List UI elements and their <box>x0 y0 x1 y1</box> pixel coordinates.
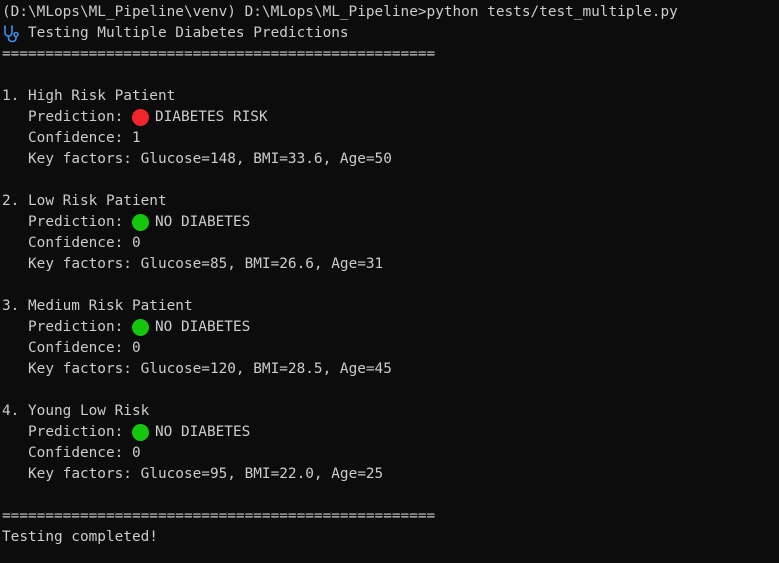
prediction-value: NO DIABETES <box>154 424 251 440</box>
completion-message: Testing completed! <box>2 529 158 545</box>
patient-title: 2. Low Risk Patient <box>2 193 167 209</box>
green-circle-icon <box>131 424 149 441</box>
prediction-line: Prediction: NO DIABETES <box>2 212 779 233</box>
key-factors-line: Key factors: Glucose=85, BMI=26.6, Age=3… <box>28 256 384 272</box>
key-factors-line: Key factors: Glucose=120, BMI=28.5, Age=… <box>28 361 392 377</box>
separator-bottom: ========================================… <box>2 508 436 524</box>
prediction-label: Prediction: <box>28 424 124 440</box>
key-factors-line: Key factors: Glucose=148, BMI=33.6, Age=… <box>28 151 392 167</box>
patient-block: 1. High Risk Patient Prediction: DIABETE… <box>2 86 779 170</box>
prediction-value: NO DIABETES <box>154 214 251 230</box>
patient-title: 1. High Risk Patient <box>2 88 176 104</box>
key-factors-line: Key factors: Glucose=95, BMI=22.0, Age=2… <box>28 466 384 482</box>
patient-title: 4. Young Low Risk <box>2 403 150 419</box>
prediction-label: Prediction: <box>28 214 124 230</box>
terminal-window[interactable]: (D:\MLops\ML_Pipeline\venv) D:\MLops\ML_… <box>0 0 779 563</box>
prediction-label: Prediction: <box>28 319 124 335</box>
command-line: (D:\MLops\ML_Pipeline\venv) D:\MLops\ML_… <box>2 4 678 20</box>
prediction-line: Prediction: NO DIABETES <box>2 422 779 443</box>
header-title: Testing Multiple Diabetes Predictions <box>28 25 349 41</box>
prediction-label: Prediction: <box>28 109 124 125</box>
prediction-value: NO DIABETES <box>154 319 251 335</box>
patient-block: 3. Medium Risk Patient Prediction: NO DI… <box>2 296 779 380</box>
confidence-line: Confidence: 1 <box>28 130 141 146</box>
prediction-line: Prediction: DIABETES RISK <box>2 107 779 128</box>
patient-block: 2. Low Risk Patient Prediction: NO DIABE… <box>2 191 779 275</box>
confidence-line: Confidence: 0 <box>28 235 141 251</box>
stethoscope-icon <box>4 25 19 42</box>
separator-top: ========================================… <box>2 46 436 62</box>
confidence-line: Confidence: 0 <box>28 445 141 461</box>
patient-title: 3. Medium Risk Patient <box>2 298 193 314</box>
prediction-value: DIABETES RISK <box>154 109 268 125</box>
prediction-line: Prediction: NO DIABETES <box>2 317 779 338</box>
confidence-line: Confidence: 0 <box>28 340 141 356</box>
green-circle-icon <box>131 319 149 336</box>
header-line: Testing Multiple Diabetes Predictions <box>2 23 779 44</box>
red-circle-icon <box>131 109 149 126</box>
green-circle-icon <box>131 214 149 231</box>
patient-block: 4. Young Low Risk Prediction: NO DIABETE… <box>2 401 779 485</box>
